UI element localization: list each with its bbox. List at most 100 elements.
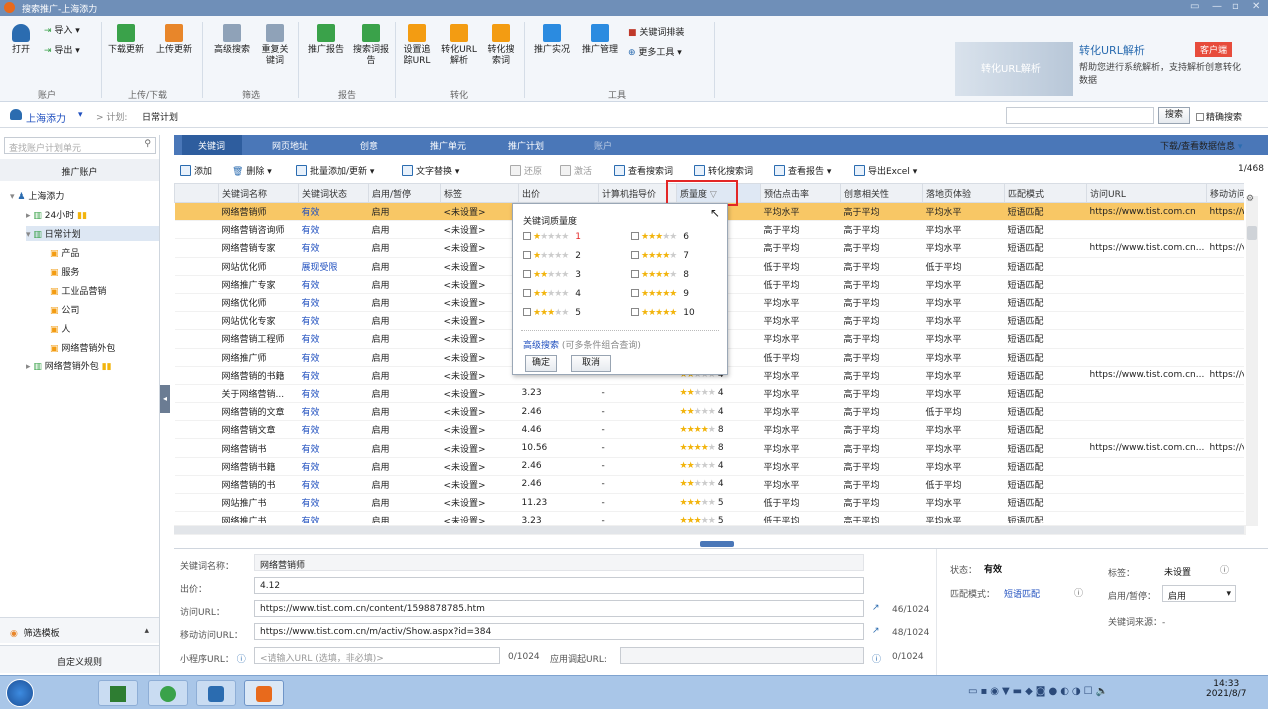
cell-9[interactable]: 平均水平 — [922, 420, 1005, 440]
cell-4[interactable]: 2.46 — [518, 457, 599, 476]
cell-9[interactable]: 平均水平 — [922, 202, 1005, 222]
cell-2[interactable]: 启用 — [368, 402, 441, 422]
restore-button[interactable]: 还原 — [510, 164, 542, 177]
cell-5[interactable]: - — [598, 384, 677, 404]
column-header-11[interactable]: 访问URL — [1086, 183, 1207, 203]
cell-0[interactable]: 网络推广书 — [218, 511, 299, 523]
clock[interactable]: 14:33 2021/8/7 — [1206, 679, 1246, 699]
exact-search-checkbox[interactable]: 精确搜索 — [1196, 110, 1242, 123]
cell-2[interactable]: 启用 — [368, 366, 441, 385]
cell-11[interactable] — [1086, 311, 1207, 331]
download-update-button[interactable]: 下载更新 — [106, 24, 146, 56]
cell-10[interactable]: 短语匹配 — [1004, 202, 1087, 222]
cell-2[interactable]: 启用 — [368, 311, 441, 331]
cell-7[interactable]: 平均水平 — [760, 202, 841, 222]
cell-1[interactable]: 有效 — [298, 238, 369, 258]
cell-11[interactable] — [1086, 493, 1207, 513]
table-row[interactable]: 网站推广书 有效 启用 <未设置> 11.23- ★★★★★ 5 低于平均 高于平均 平均水平 短语… — [174, 493, 1244, 513]
help-icon[interactable]: ⓘ — [872, 652, 881, 665]
cell-4[interactable]: 11.23 — [518, 493, 599, 513]
cell-8[interactable]: 高于平均 — [840, 293, 923, 313]
cell-7[interactable]: 低于平均 — [760, 348, 841, 367]
cell-2[interactable]: 启用 — [368, 275, 441, 294]
cell-5[interactable]: - — [598, 438, 677, 458]
cell-4[interactable]: 2.46 — [518, 475, 599, 495]
tab-account[interactable]: 账户 — [594, 139, 612, 152]
tab-keywords[interactable]: 关键词 — [198, 139, 225, 152]
cell-9[interactable]: 低于平均 — [922, 402, 1005, 422]
cell-7[interactable]: 高于平均 — [760, 238, 841, 258]
cell-1[interactable]: 有效 — [298, 275, 369, 294]
column-header-10[interactable]: 匹配模式 — [1004, 183, 1087, 203]
cell-2[interactable]: 启用 — [368, 220, 441, 240]
mini-url-field[interactable]: <请输入URL (选填，非必填)> — [254, 647, 500, 664]
quality-level-7[interactable]: ★★★★★ 7 — [631, 251, 689, 261]
cell-1[interactable]: 有效 — [298, 329, 369, 349]
cell-8[interactable]: 高于平均 — [840, 493, 923, 513]
cell-3[interactable]: <未设置> — [440, 293, 519, 313]
cell-8[interactable]: 高于平均 — [840, 511, 923, 523]
cell-10[interactable]: 短语匹配 — [1004, 220, 1087, 240]
tracking-url-button[interactable]: 设置追踪URL — [400, 24, 434, 67]
cell-1[interactable]: 有效 — [298, 384, 369, 404]
cell-3[interactable]: <未设置> — [440, 275, 519, 294]
cell-1[interactable]: 有效 — [298, 366, 369, 385]
cell-3[interactable]: <未设置> — [440, 475, 519, 495]
tree-item-outsourcing-plan[interactable]: ▸ ▥ 网络营销外包 ▮▮ — [26, 359, 112, 372]
cell-1[interactable]: 展现受限 — [298, 257, 369, 276]
cell-10[interactable]: 短语匹配 — [1004, 275, 1087, 294]
tree-item-person[interactable]: ▣ 人 — [50, 322, 70, 335]
cell-5[interactable]: - — [598, 420, 677, 440]
cell-11[interactable] — [1086, 420, 1207, 440]
table-row[interactable]: 网络营销书籍 有效 启用 <未设置> 2.46- ★★★★★ 4 平均水平 高于平均 平均水平 短语… — [174, 457, 1244, 476]
cell-2[interactable]: 启用 — [368, 511, 441, 523]
cell-3[interactable]: <未设置> — [440, 257, 519, 276]
cell-9[interactable]: 平均水平 — [922, 329, 1005, 349]
cell-8[interactable]: 高于平均 — [840, 257, 923, 276]
cell-12[interactable] — [1206, 220, 1244, 240]
cell-9[interactable]: 平均水平 — [922, 238, 1005, 258]
cell-10[interactable]: 短语匹配 — [1004, 238, 1087, 258]
cell-11[interactable]: https://www.tist.com.cn — [1086, 202, 1207, 222]
cell-0[interactable]: 网站优化师 — [218, 257, 299, 276]
cell-9[interactable]: 平均水平 — [922, 493, 1005, 513]
cell-11[interactable] — [1086, 402, 1207, 422]
app-task-icon[interactable] — [196, 680, 236, 706]
cell-7[interactable]: 平均水平 — [760, 311, 841, 331]
cell-2[interactable]: 启用 — [368, 438, 441, 458]
tree-item-company[interactable]: ▣ 公司 — [50, 303, 79, 316]
cell-2[interactable]: 启用 — [368, 202, 441, 222]
cell-7[interactable]: 低于平均 — [760, 275, 841, 294]
tray-icons[interactable]: ▭▪◉▼▬◆◙●◐◑☐🔈 — [968, 686, 1111, 697]
cell-8[interactable]: 高于平均 — [840, 457, 923, 476]
cell-0[interactable]: 网络营销咨询师 — [218, 220, 299, 240]
cell-8[interactable]: 高于平均 — [840, 348, 923, 367]
quality-level-9[interactable]: ★★★★★ 9 — [631, 289, 689, 299]
edit-url-icon[interactable]: ↗ — [872, 603, 880, 613]
cell-12[interactable]: https://v — [1206, 366, 1244, 385]
tab-creative[interactable]: 创意 — [360, 139, 378, 152]
vertical-scrollbar[interactable] — [1246, 196, 1258, 526]
tree-item-service[interactable]: ▣ 服务 — [50, 265, 79, 278]
cell-10[interactable]: 短语匹配 — [1004, 511, 1087, 523]
quality-level-4[interactable]: ★★★★★ 4 — [523, 289, 581, 299]
tab-url[interactable]: 网页地址 — [272, 139, 308, 152]
cell-5[interactable]: - — [598, 475, 677, 495]
cell-2[interactable]: 启用 — [368, 238, 441, 258]
cell-2[interactable]: 启用 — [368, 475, 441, 495]
cell-8[interactable]: 高于平均 — [840, 311, 923, 331]
cell-10[interactable]: 短语匹配 — [1004, 329, 1087, 349]
cell-7[interactable]: 平均水平 — [760, 366, 841, 385]
cell-1[interactable]: 有效 — [298, 438, 369, 458]
cell-1[interactable]: 有效 — [298, 220, 369, 240]
cell-11[interactable] — [1086, 275, 1207, 294]
quality-level-8[interactable]: ★★★★★ 8 — [631, 270, 689, 280]
cell-12[interactable] — [1206, 293, 1244, 313]
cell-0[interactable]: 网络营销的书 — [218, 475, 299, 495]
open-button[interactable]: 打开 — [8, 24, 34, 56]
cell-11[interactable] — [1086, 257, 1207, 276]
cell-2[interactable]: 启用 — [368, 329, 441, 349]
cell-7[interactable]: 平均水平 — [760, 475, 841, 495]
cell-2[interactable]: 启用 — [368, 348, 441, 367]
tree-item-industrial[interactable]: ▣ 工业品营销 — [50, 284, 106, 297]
